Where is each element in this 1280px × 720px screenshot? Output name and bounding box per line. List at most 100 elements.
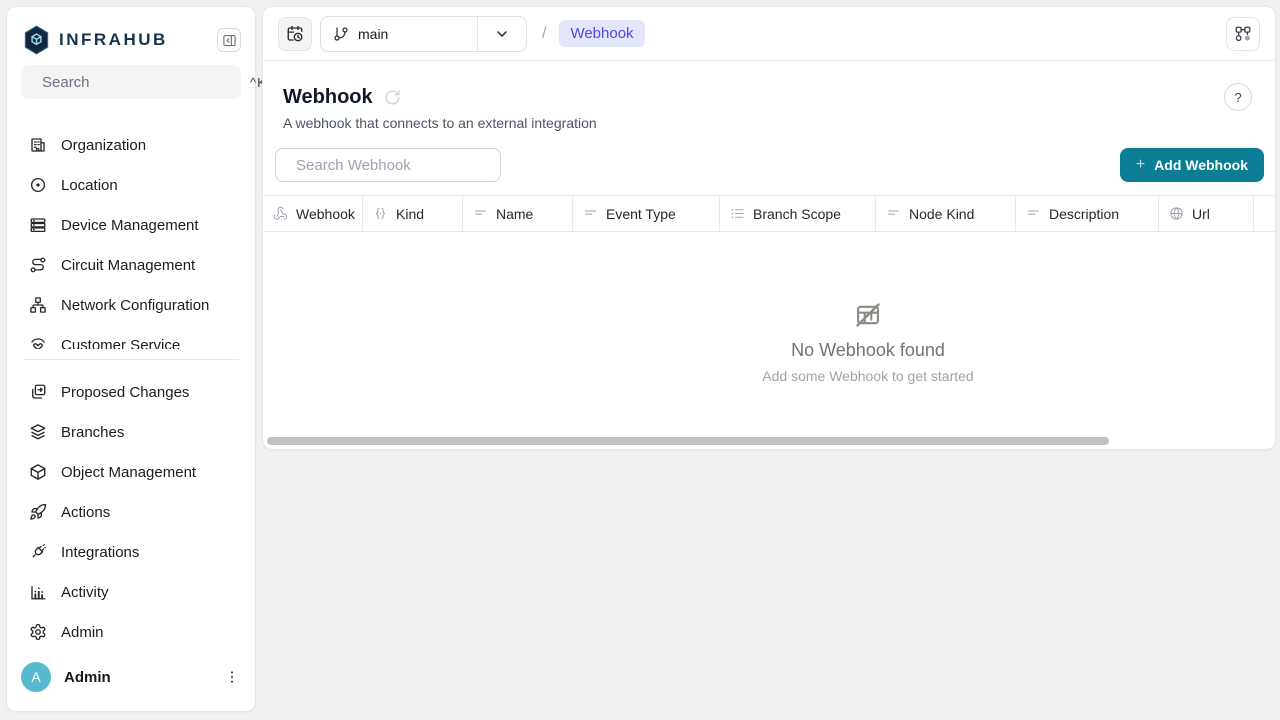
calendar-clock-icon[interactable] — [278, 17, 312, 51]
logo-wordmark: INFRAHUB — [59, 30, 168, 50]
sidebar-item-label: Integrations — [61, 544, 139, 561]
layers-icon — [29, 423, 47, 441]
sidebar-item-object-management[interactable]: Object Management — [11, 452, 251, 492]
sidebar-menu-secondary: Proposed Changes Branches Object Managem… — [11, 372, 251, 652]
sidebar-item-admin[interactable]: Admin — [11, 612, 251, 652]
schema-diagram-icon[interactable] — [1226, 17, 1260, 51]
toolbar: + Add Webhook — [263, 148, 1275, 182]
diff-icon — [29, 383, 47, 401]
sidebar-item-device-management[interactable]: Device Management — [11, 205, 251, 245]
column-label: Url — [1192, 206, 1210, 222]
git-branch-icon — [333, 26, 349, 42]
sidebar-item-label: Customer Service — [61, 337, 180, 350]
sidebar-collapse-icon[interactable] — [217, 28, 241, 52]
list-icon — [730, 206, 745, 221]
column-header-kind[interactable]: Kind — [363, 196, 463, 231]
sidebar-item-branches[interactable]: Branches — [11, 412, 251, 452]
sidebar: INFRAHUB ^K Organization Location Device… — [6, 6, 256, 712]
branch-name: main — [358, 26, 388, 42]
column-header-spacer — [1254, 196, 1275, 231]
horizontal-scrollbar[interactable] — [267, 437, 1109, 445]
sidebar-menu-primary: Organization Location Device Management … — [11, 125, 251, 349]
sidebar-item-circuit-management[interactable]: Circuit Management — [11, 245, 251, 285]
topbar: main / Webhook — [263, 7, 1275, 61]
main-panel: main / Webhook Webhook ? A webhook that … — [262, 6, 1276, 450]
empty-state-title: No Webhook found — [698, 340, 1038, 361]
column-header-node-kind[interactable]: Node Kind — [876, 196, 1016, 231]
cube-icon — [29, 463, 47, 481]
sidebar-item-actions[interactable]: Actions — [11, 492, 251, 532]
server-icon — [29, 216, 47, 234]
column-label: Name — [496, 206, 533, 222]
refresh-icon[interactable] — [384, 89, 401, 106]
sidebar-item-activity[interactable]: Activity — [11, 572, 251, 612]
sidebar-item-label: Network Configuration — [61, 297, 209, 314]
breadcrumb-current[interactable]: Webhook — [559, 20, 644, 47]
sidebar-item-label: Activity — [61, 584, 109, 601]
help-button[interactable]: ? — [1224, 83, 1252, 111]
route-icon — [29, 256, 47, 274]
webhook-icon — [273, 206, 288, 221]
sidebar-item-customer-service[interactable]: Customer Service — [11, 325, 251, 349]
breadcrumb-separator: / — [542, 25, 546, 43]
sidebar-item-integrations[interactable]: Integrations — [11, 532, 251, 572]
sidebar-item-label: Branches — [61, 424, 124, 441]
sidebar-item-label: Circuit Management — [61, 257, 195, 274]
column-header-url[interactable]: Url — [1159, 196, 1254, 231]
sidebar-item-label: Admin — [61, 624, 104, 641]
table-search-input[interactable] — [296, 157, 495, 174]
sidebar-divider — [23, 359, 239, 360]
map-pin-icon — [29, 176, 47, 194]
page-subtitle: A webhook that connects to an external i… — [283, 115, 1255, 131]
sidebar-item-label: Proposed Changes — [61, 384, 189, 401]
avatar[interactable]: A — [21, 662, 51, 692]
column-label: Description — [1049, 206, 1119, 222]
empty-state-subtitle: Add some Webhook to get started — [698, 368, 1038, 384]
text-icon — [1026, 206, 1041, 221]
column-label: Webhook — [296, 206, 355, 222]
sidebar-item-label: Actions — [61, 504, 110, 521]
sidebar-item-location[interactable]: Location — [11, 165, 251, 205]
column-header-event-type[interactable]: Event Type — [573, 196, 720, 231]
sidebar-item-label: Device Management — [61, 217, 199, 234]
sidebar-item-label: Object Management — [61, 464, 196, 481]
globe-icon — [1169, 206, 1184, 221]
page-title: Webhook — [283, 85, 373, 109]
infrahub-logo-icon — [23, 25, 50, 55]
branch-selector[interactable]: main — [320, 16, 527, 52]
add-webhook-label: Add Webhook — [1154, 157, 1248, 173]
no-data-icon — [854, 301, 882, 329]
column-label: Node Kind — [909, 206, 974, 222]
plus-icon: + — [1136, 156, 1145, 174]
text-icon — [886, 206, 901, 221]
handshake-icon — [29, 336, 47, 349]
sidebar-item-organization[interactable]: Organization — [11, 125, 251, 165]
sidebar-item-label: Organization — [61, 137, 146, 154]
column-label: Branch Scope — [753, 206, 841, 222]
sidebar-header: INFRAHUB — [23, 23, 241, 57]
plug-icon — [29, 543, 47, 561]
sidebar-item-label: Location — [61, 177, 118, 194]
search-input[interactable] — [42, 74, 241, 91]
column-header-branch-scope[interactable]: Branch Scope — [720, 196, 876, 231]
sidebar-item-proposed-changes[interactable]: Proposed Changes — [11, 372, 251, 412]
table-search[interactable] — [275, 148, 501, 182]
column-header-webhook[interactable]: Webhook — [263, 196, 363, 231]
column-header-name[interactable]: Name — [463, 196, 573, 231]
building-icon — [29, 136, 47, 154]
column-header-description[interactable]: Description — [1016, 196, 1159, 231]
text-icon — [583, 206, 598, 221]
chevron-down-icon[interactable] — [478, 17, 526, 51]
sidebar-user: A Admin — [21, 655, 245, 699]
user-name: Admin — [64, 669, 111, 686]
sidebar-search[interactable]: ^K — [21, 65, 241, 99]
braces-icon — [373, 206, 388, 221]
add-webhook-button[interactable]: + Add Webhook — [1120, 148, 1264, 182]
gear-icon — [29, 623, 47, 641]
empty-state: No Webhook found Add some Webhook to get… — [698, 301, 1038, 384]
sidebar-item-network-configuration[interactable]: Network Configuration — [11, 285, 251, 325]
page-header: Webhook ? A webhook that connects to an … — [263, 61, 1275, 131]
kebab-menu-icon[interactable] — [219, 664, 245, 690]
network-icon — [29, 296, 47, 314]
table-header-row: Webhook Kind Name Event Type Branch Scop… — [263, 195, 1275, 232]
